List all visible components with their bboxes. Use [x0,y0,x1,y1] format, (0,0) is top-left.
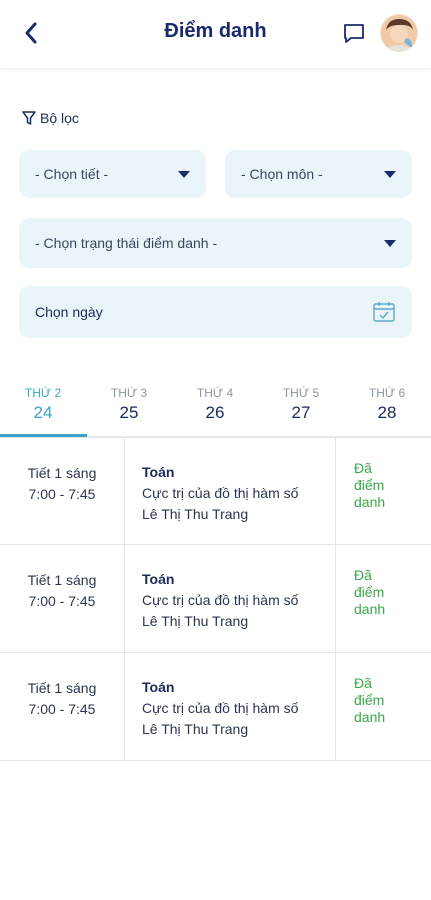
attendance-status-select[interactable]: - Chọn trạng thái điểm danh - [19,218,412,268]
calendar-icon [373,302,395,322]
date-picker-value: Chọn ngày [35,304,103,320]
weekday-tabs: THỨ 2 24 THỨ 3 25 THỨ 4 26 THỨ 5 27 THỨ … [0,378,431,438]
tab-day: 25 [119,403,139,422]
teacher-name: Lê Thị Thu Trang [142,721,249,737]
tab-day: 26 [205,403,225,422]
app-header: Điểm danh [0,0,431,68]
tab-thu-5[interactable]: THỨ 5 27 [258,378,344,436]
lesson-topic: Cực trị của đồ thị hàm số [142,485,299,501]
filter-label-text: Bộ lọc [40,110,79,126]
teacher-name: Lê Thị Thu Trang [142,613,249,629]
lesson-topic: Cực trị của đồ thị hàm số [142,592,299,608]
tab-thu-3[interactable]: THỨ 3 25 [86,378,172,436]
tab-day: 27 [291,403,311,422]
tab-day: 28 [377,403,397,422]
period-cell: Tiết 1 sáng 7:00 - 7:45 [0,545,125,653]
avatar[interactable] [380,14,418,52]
period-time: 7:00 - 7:45 [28,486,96,502]
tab-thu-2[interactable]: THỨ 2 24 [0,378,86,436]
period-cell: Tiết 1 sáng 7:00 - 7:45 [0,438,125,546]
status-cell: Đã điểm danh [336,545,431,653]
tab-thu-4[interactable]: THỨ 4 26 [172,378,258,436]
period-select-value: - Chọn tiết - [35,166,109,182]
tab-dow: THỨ 4 [196,386,234,400]
attendance-status: Đã điểm danh [354,675,386,725]
date-picker[interactable]: Chọn ngày [19,286,412,338]
tab-dow: THỨ 2 [24,386,62,400]
lesson-cell: Toán Cực trị của đồ thị hàm số Lê Thị Th… [125,545,336,653]
period-label: Tiết 1 sáng [27,572,97,588]
period-cell: Tiết 1 sáng 7:00 - 7:45 [0,653,125,761]
subject-name: Toán [142,679,175,695]
table-row[interactable]: Tiết 1 sáng 7:00 - 7:45 Toán Cực trị của… [0,653,431,761]
teacher-name: Lê Thị Thu Trang [142,506,249,522]
table-row[interactable]: Tiết 1 sáng 7:00 - 7:45 Toán Cực trị của… [0,437,431,546]
tab-day: 24 [33,403,53,422]
chat-bubble-icon [344,24,364,43]
schedule-table: Tiết 1 sáng 7:00 - 7:45 Toán Cực trị của… [0,437,431,761]
tab-dow: THỨ 3 [110,386,148,400]
subject-select[interactable]: - Chọn môn - [225,150,412,198]
caret-down-icon [178,170,190,178]
filter-icon [22,111,36,125]
tab-thu-6[interactable]: THỨ 6 28 [344,378,430,436]
user-avatar-icon [380,14,418,52]
period-label: Tiết 1 sáng [27,680,97,696]
tab-dow: THỨ 5 [282,386,320,400]
lesson-cell: Toán Cực trị của đồ thị hàm số Lê Thị Th… [125,438,336,546]
period-label: Tiết 1 sáng [27,465,97,481]
back-button[interactable] [16,18,46,48]
tab-dow: THỨ 6 [368,386,406,400]
status-cell: Đã điểm danh [336,438,431,546]
attendance-status: Đã điểm danh [354,460,386,510]
caret-down-icon [384,170,396,178]
subject-name: Toán [142,464,175,480]
period-time: 7:00 - 7:45 [28,593,96,609]
period-select[interactable]: - Chọn tiết - [19,150,206,198]
filter-label[interactable]: Bộ lọc [22,110,79,126]
attendance-status-select-value: - Chọn trạng thái điểm danh - [35,235,218,251]
attendance-status: Đã điểm danh [354,567,386,617]
subject-name: Toán [142,571,175,587]
chat-button[interactable] [341,21,367,45]
chevron-left-icon [25,22,37,44]
table-row[interactable]: Tiết 1 sáng 7:00 - 7:45 Toán Cực trị của… [0,545,431,653]
status-cell: Đã điểm danh [336,653,431,761]
lesson-cell: Toán Cực trị của đồ thị hàm số Lê Thị Th… [125,653,336,761]
caret-down-icon [384,239,396,247]
lesson-topic: Cực trị của đồ thị hàm số [142,700,299,716]
subject-select-value: - Chọn môn - [241,166,323,182]
period-time: 7:00 - 7:45 [28,701,96,717]
